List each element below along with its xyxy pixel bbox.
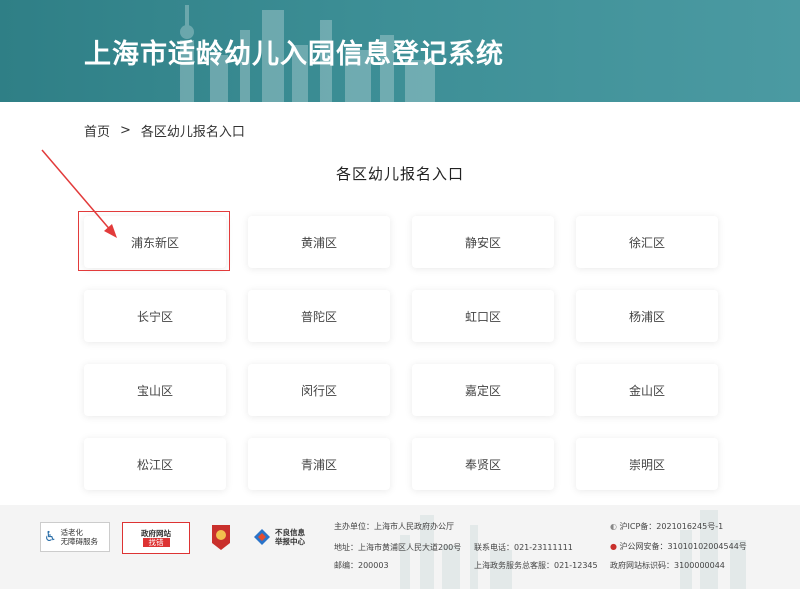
- gov-site-error-report-badge[interactable]: 政府网站 找错: [122, 522, 190, 554]
- footer-police-record[interactable]: ● 沪公网安备：31010102004544号: [610, 541, 747, 552]
- icp-icon: ◐: [610, 522, 617, 531]
- footer-sponsor: 主办单位：上海市人民政府办公厅: [334, 521, 454, 532]
- district-fengxian[interactable]: 奉贤区: [412, 438, 554, 490]
- accessibility-service-badge[interactable]: ♿ 适老化 无障碍服务: [40, 522, 110, 552]
- footer-site-code: 政府网站标识码：3100000044: [610, 560, 725, 571]
- footer-address: 地址：上海市黄浦区人民大道200号: [334, 542, 461, 553]
- breadcrumb-home-link[interactable]: 首页: [84, 121, 110, 140]
- district-xuhui[interactable]: 徐汇区: [576, 216, 718, 268]
- district-chongming[interactable]: 崇明区: [576, 438, 718, 490]
- wheelchair-icon: ♿: [44, 529, 57, 545]
- district-huangpu[interactable]: 黄浦区: [248, 216, 390, 268]
- site-footer: ♿ 适老化 无障碍服务 政府网站 找错 不良信息 举报中心 主办单位：上海市人民…: [0, 505, 800, 589]
- district-pudong[interactable]: 浦东新区: [84, 216, 226, 268]
- footer-phone: 联系电话：021-23111111: [474, 542, 573, 553]
- party-emblem-icon[interactable]: [210, 522, 232, 552]
- bad-info-report-badge[interactable]: 不良信息 举报中心: [252, 522, 316, 552]
- section-title: 各区幼儿报名入口: [0, 163, 800, 184]
- site-header: 上海市适龄幼儿入园信息登记系统: [0, 0, 800, 102]
- district-grid: 浦东新区 黄浦区 静安区 徐汇区 长宁区 普陀区 虹口区 杨浦区 宝山区 闵行区…: [84, 216, 718, 490]
- district-minhang[interactable]: 闵行区: [248, 364, 390, 416]
- footer-icp[interactable]: ◐ 沪ICP备：2021016245号-1: [610, 521, 723, 532]
- district-changning[interactable]: 长宁区: [84, 290, 226, 342]
- breadcrumb-current: 各区幼儿报名入口: [141, 121, 245, 140]
- footer-service-phone: 上海政务服务总客服：021-12345: [474, 560, 598, 571]
- district-yangpu[interactable]: 杨浦区: [576, 290, 718, 342]
- district-jiading[interactable]: 嘉定区: [412, 364, 554, 416]
- breadcrumb-separator-icon: >: [120, 123, 131, 138]
- police-badge-icon: ●: [610, 542, 617, 551]
- breadcrumb: 首页 > 各区幼儿报名入口: [84, 121, 245, 140]
- report-logo-icon: [252, 527, 272, 547]
- district-qingpu[interactable]: 青浦区: [248, 438, 390, 490]
- district-hongkou[interactable]: 虹口区: [412, 290, 554, 342]
- district-baoshan[interactable]: 宝山区: [84, 364, 226, 416]
- district-jingan[interactable]: 静安区: [412, 216, 554, 268]
- district-songjiang[interactable]: 松江区: [84, 438, 226, 490]
- district-putuo[interactable]: 普陀区: [248, 290, 390, 342]
- district-jinshan[interactable]: 金山区: [576, 364, 718, 416]
- site-title: 上海市适龄幼儿入园信息登记系统: [84, 32, 504, 71]
- footer-postcode: 邮编：200003: [334, 560, 389, 571]
